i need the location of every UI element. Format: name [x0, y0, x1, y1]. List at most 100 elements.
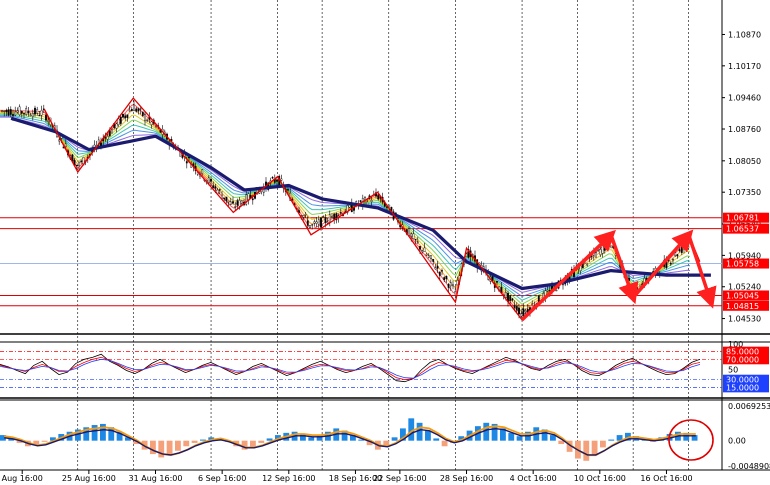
candle-body: [240, 200, 243, 204]
candle-body: [141, 111, 144, 116]
histogram-bar: [150, 440, 156, 455]
macd-panel[interactable]: [0, 418, 714, 461]
candle-body: [304, 214, 307, 216]
candle-body: [124, 115, 127, 119]
candle-body: [210, 178, 212, 182]
candle-body: [513, 304, 516, 308]
y-tick-label: 1.10170: [728, 62, 761, 71]
candle-body: [672, 259, 674, 261]
candle-body: [522, 308, 525, 316]
candle-body: [135, 108, 138, 112]
candle-body: [115, 123, 118, 129]
candle-body: [128, 109, 131, 112]
candle-body: [414, 238, 417, 241]
candle-body: [680, 245, 683, 253]
price-panel[interactable]: [0, 97, 722, 322]
y-axis: 1.10870 1.10170 1.09460 1.08760 1.08050 1.073…: [722, 30, 770, 471]
candle-body: [276, 179, 278, 182]
candle-body: [317, 219, 320, 225]
candle-body: [311, 224, 314, 226]
oscillator-panel[interactable]: [0, 351, 722, 388]
y-tick-label: 1.08760: [728, 125, 761, 134]
forecast-arrow: [520, 229, 616, 322]
candle-body: [139, 108, 142, 110]
x-tick-label: 12 Sep 16:00: [262, 474, 315, 483]
candle-body: [408, 228, 410, 236]
candle-body: [441, 270, 443, 272]
candle-body: [117, 118, 120, 125]
candle-body: [610, 245, 613, 249]
macd-tick-label: -0.0048908: [728, 462, 770, 471]
candle-body: [590, 255, 593, 258]
candle-body: [326, 221, 329, 224]
candle-body: [309, 225, 311, 228]
candle-body: [606, 240, 608, 248]
x-tick-label: 28 Sep 16:00: [440, 474, 493, 483]
y-tick-label: 1.08050: [728, 157, 761, 166]
candle-body: [122, 113, 124, 118]
histogram-bar: [391, 437, 398, 441]
price-tag-label: 1.04815: [726, 302, 759, 311]
candle-body: [271, 177, 274, 179]
candle-body: [562, 283, 564, 286]
x-tick-label: 22 Sep 16:00: [373, 474, 426, 483]
candle-body: [438, 271, 441, 276]
candle-body: [75, 164, 78, 167]
candle-body: [603, 245, 606, 251]
candle-body: [7, 109, 10, 116]
candle-body: [315, 221, 318, 224]
candle-body: [595, 252, 597, 258]
candle-body: [201, 169, 204, 174]
histogram-bar: [483, 422, 490, 441]
histogram-bar: [175, 440, 181, 451]
candle-body: [599, 249, 602, 255]
candle-body: [425, 253, 428, 256]
candle-body: [40, 110, 43, 116]
candle-body: [1, 110, 3, 112]
candle-body: [555, 290, 558, 292]
histogram-bar: [591, 440, 598, 456]
candle-body: [410, 233, 413, 237]
candle-body: [302, 215, 305, 218]
price-tag-label: 1.05045: [726, 291, 759, 300]
candle-body: [524, 310, 527, 312]
candle-body: [126, 114, 129, 118]
histogram-bar: [191, 440, 198, 443]
macd-tick-label: 0.0069253: [728, 402, 770, 411]
y-tick-label: 1.09460: [728, 94, 761, 103]
candle-body: [12, 114, 14, 116]
candle-body: [445, 275, 448, 280]
candle-body: [452, 284, 454, 286]
candle-body: [456, 280, 459, 286]
candle-body: [328, 214, 331, 223]
candle-body: [546, 289, 549, 292]
histogram-bar: [583, 440, 590, 461]
candle-body: [238, 200, 241, 207]
x-tick-label: 4 Oct 16:00: [510, 474, 557, 483]
candle-body: [251, 198, 254, 201]
histogram-bar: [41, 440, 48, 442]
y-tick-label: 1.07350: [728, 188, 761, 197]
candle-body: [25, 108, 28, 115]
candle-body: [359, 200, 362, 202]
candle-body: [27, 110, 30, 114]
candle-body: [447, 284, 450, 288]
candle-body: [377, 195, 380, 200]
candle-body: [144, 114, 146, 121]
candle-body: [520, 313, 523, 317]
candle-body: [331, 216, 333, 218]
candle-body: [130, 108, 133, 112]
candle-body: [324, 217, 327, 223]
histogram-bar: [608, 439, 615, 441]
candle-body: [137, 108, 140, 112]
candle-body: [504, 292, 507, 298]
histogram-bar: [441, 440, 448, 447]
candle-body: [108, 130, 111, 137]
forecast-arrow: [687, 234, 717, 309]
candle-body: [236, 200, 239, 206]
candle-body: [133, 104, 135, 112]
candle-body: [287, 189, 289, 191]
candle-body: [531, 303, 534, 305]
candle-body: [434, 267, 437, 270]
candle-body: [223, 197, 226, 200]
